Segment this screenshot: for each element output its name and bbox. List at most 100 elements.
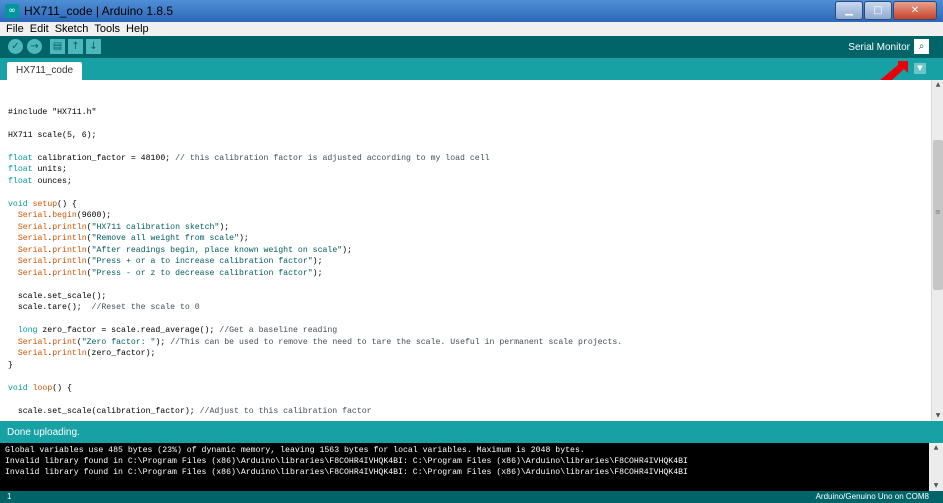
toolbar: ✓ → ▤ ↑ ↓ Serial Monitor ⌕: [0, 36, 943, 58]
code-token: );: [155, 337, 171, 347]
minimize-icon[interactable]: ▁: [835, 1, 863, 20]
menu-sketch[interactable]: Sketch: [52, 22, 92, 36]
menu-tools[interactable]: Tools: [91, 22, 123, 36]
code-text[interactable]: #include "HX711.h" HX711 scale(5, 6); fl…: [8, 95, 622, 417]
code-editor[interactable]: #include "HX711.h" HX711 scale(5, 6); fl…: [0, 80, 931, 421]
code-line: Serial.println(zero_factor);: [8, 349, 156, 358]
code-token: //Get a baseline reading: [219, 326, 338, 335]
code-line: Serial.println("HX711 calibration sketch…: [8, 223, 229, 232]
code-token: Serial: [17, 268, 48, 278]
chevron-down-icon[interactable]: ▼: [914, 63, 926, 74]
code-token: begin: [52, 211, 77, 220]
open-button[interactable]: ↑: [68, 39, 83, 54]
menu-help[interactable]: Help: [123, 22, 152, 36]
output-console[interactable]: Global variables use 485 bytes (23%) of …: [0, 443, 929, 491]
title-bar: ∞ HX711_code | Arduino 1.8.5 ▁ □ ✕: [0, 0, 943, 22]
code-token: ounces;: [32, 176, 72, 186]
console-text: Global variables use 485 bytes (23%) of …: [0, 443, 929, 478]
code-token: );: [219, 222, 230, 232]
maximize-icon[interactable]: □: [864, 1, 892, 20]
console-line: Invalid library found in C:\Program File…: [5, 457, 688, 466]
code-line: HX711 scale(5, 6);: [8, 131, 96, 140]
serial-monitor-label: Serial Monitor: [848, 42, 910, 53]
scroll-down-icon[interactable]: ▼: [929, 481, 943, 491]
menu-edit[interactable]: Edit: [27, 22, 52, 36]
code-token: //Adjust to this calibration factor: [199, 406, 372, 416]
code-line: void loop() {: [8, 384, 72, 393]
scroll-down-icon[interactable]: ▼: [932, 411, 943, 421]
close-icon[interactable]: ✕: [893, 1, 937, 20]
code-token: println: [52, 268, 87, 278]
code-token: calibration_factor = 48100;: [32, 153, 176, 163]
code-token: "Press - or z to decrease calibration fa…: [91, 268, 313, 278]
code-token: );: [312, 268, 323, 278]
code-token: println: [52, 257, 87, 266]
tab-hx711-code[interactable]: HX711_code: [7, 62, 83, 80]
code-token: // this calibration factor is adjusted a…: [175, 153, 490, 163]
status-bar: Done uploading.: [0, 421, 943, 443]
editor-scrollbar[interactable]: ▲ ≡ ▼: [931, 80, 943, 421]
window-title: HX711_code | Arduino 1.8.5: [24, 4, 174, 18]
code-token: setup: [32, 199, 58, 209]
console-line: Global variables use 485 bytes (23%) of …: [5, 446, 585, 455]
code-token: float: [8, 165, 33, 174]
code-line: }: [8, 361, 13, 370]
code-token: (zero_factor);: [86, 349, 156, 358]
board-info: Arduino/Genuino Uno on COM8: [815, 492, 929, 501]
code-line: Serial.println("After readings begin, pl…: [8, 246, 352, 255]
code-token: //This can be used to remove the need to…: [170, 337, 623, 347]
code-token: void: [8, 199, 28, 209]
save-button[interactable]: ↓: [86, 39, 101, 54]
new-button[interactable]: ▤: [50, 39, 65, 54]
code-token: zero_factor = scale.read_average();: [37, 326, 220, 335]
code-token: scale.set_scale();: [8, 291, 107, 301]
code-token: println: [52, 222, 87, 232]
code-line: scale.set_scale();: [8, 292, 106, 301]
grip-icon: ≡: [935, 208, 941, 216]
code-line: void setup() {: [8, 200, 77, 209]
code-line: Serial.print("Zero factor: "); //This ca…: [8, 338, 622, 347]
upload-button[interactable]: →: [27, 39, 42, 54]
arrow-up-icon: ↑: [71, 41, 80, 52]
code-token: float: [8, 176, 33, 186]
code-token: println: [52, 245, 87, 255]
arrow-right-icon: →: [30, 41, 39, 52]
code-line: Serial.begin(9600);: [8, 211, 111, 220]
code-token: void: [8, 383, 28, 393]
code-token: );: [342, 245, 352, 255]
code-line: Serial.println("Press - or z to decrease…: [8, 269, 323, 278]
console-scrollbar[interactable]: ▲ ▼: [929, 443, 943, 491]
scroll-up-icon[interactable]: ▲: [929, 443, 943, 453]
menu-file[interactable]: File: [3, 22, 27, 36]
code-line: float units;: [8, 165, 67, 174]
code-token: "Remove all weight from scale": [91, 234, 239, 243]
serial-monitor-button[interactable]: ⌕: [914, 39, 929, 54]
code-token: Serial: [17, 211, 48, 220]
code-token: Serial: [17, 337, 48, 347]
code-line: #include "HX711.h": [8, 108, 96, 117]
code-line: Serial.println("Press + or a to increase…: [8, 257, 323, 266]
code-line: float calibration_factor = 48100; // thi…: [8, 154, 490, 163]
code-line: float ounces;: [8, 177, 72, 186]
code-token: scale.tare();: [8, 303, 92, 312]
code-token: print: [52, 337, 77, 347]
code-token: Serial: [17, 245, 48, 255]
code-token: "After readings begin, place known weigh…: [91, 245, 343, 255]
line-number: 1: [7, 492, 12, 501]
code-line: scale.tare(); //Reset the scale to 0: [8, 303, 200, 312]
code-line: long zero_factor = scale.read_average();…: [8, 326, 337, 335]
scroll-up-icon[interactable]: ▲: [932, 80, 943, 90]
code-token: "Zero factor: ": [81, 337, 156, 347]
status-message: Done uploading.: [7, 427, 80, 438]
arrow-down-icon: ↓: [89, 41, 98, 52]
code-token: Serial: [17, 257, 48, 266]
code-token: units;: [32, 165, 67, 174]
verify-button[interactable]: ✓: [8, 39, 23, 54]
